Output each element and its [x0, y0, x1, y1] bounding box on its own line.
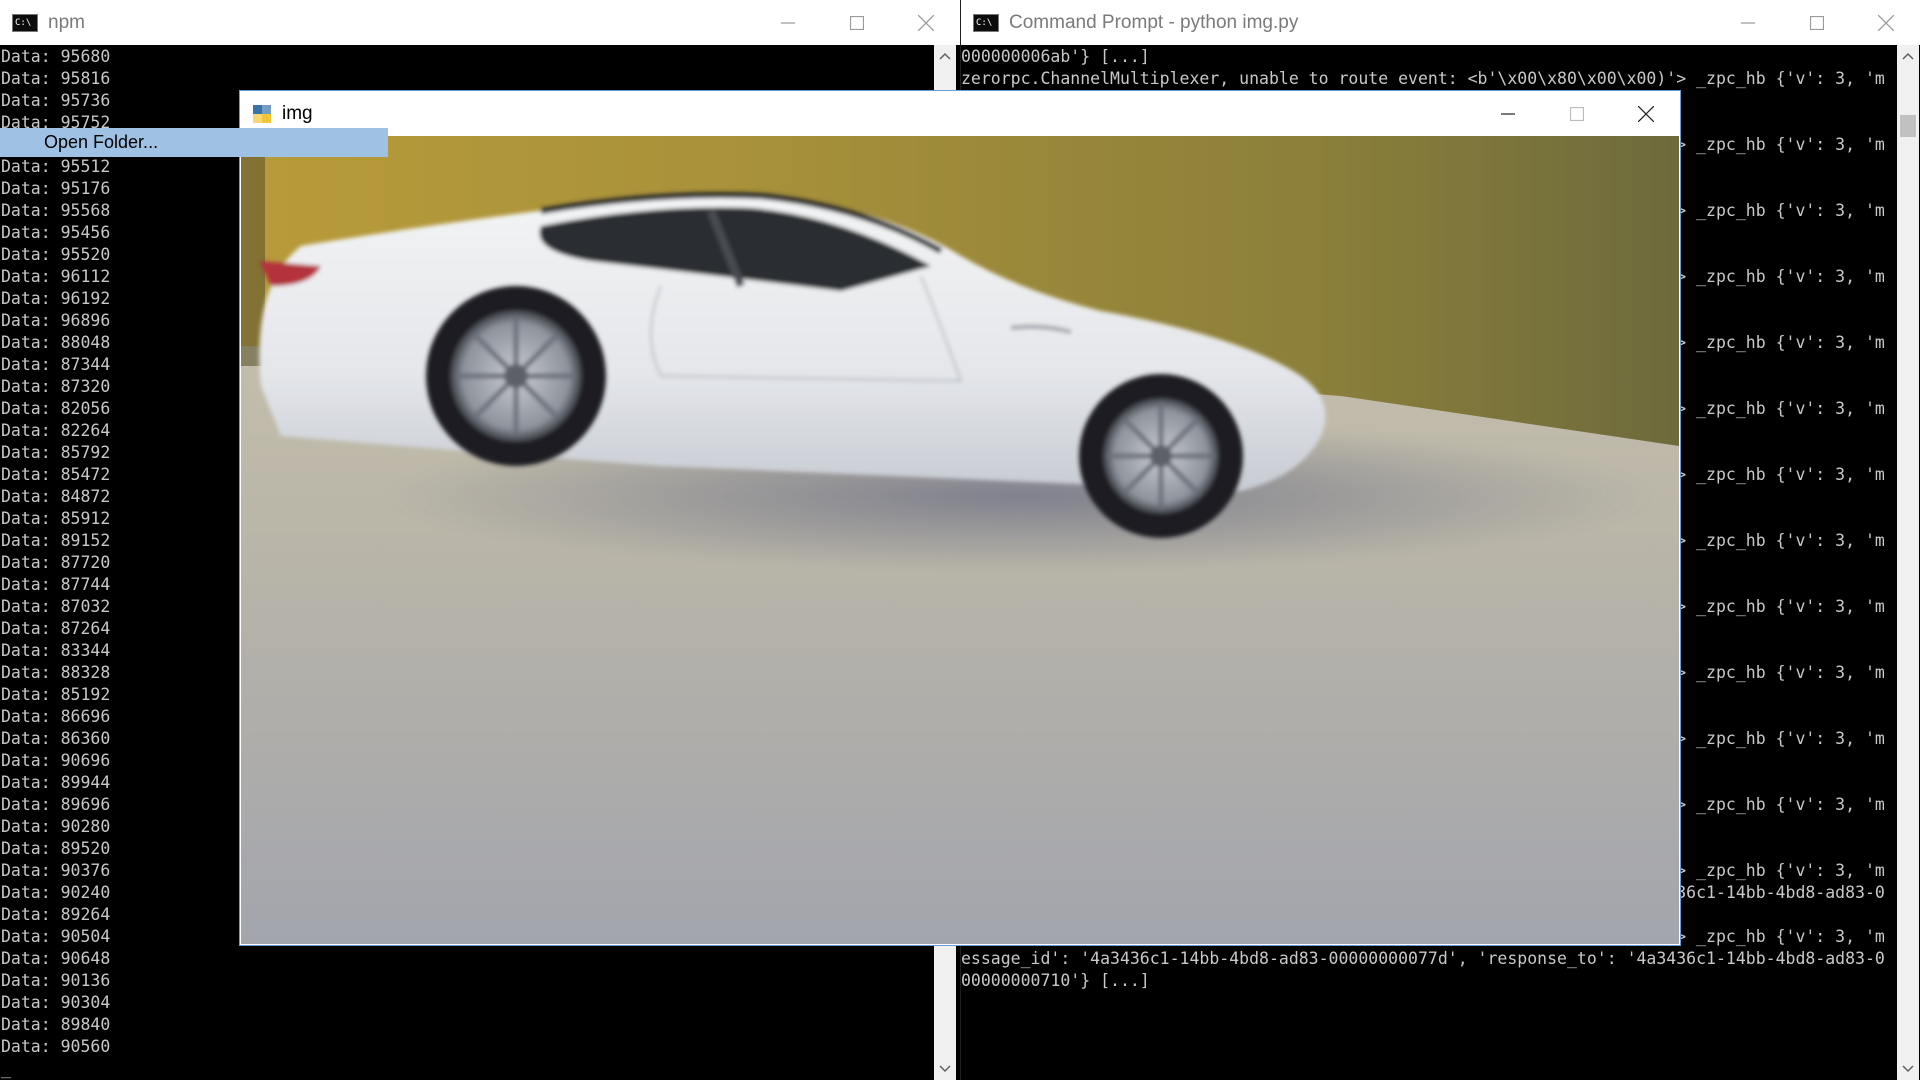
console-app-icon: C:\: [12, 13, 38, 32]
console-line: Data: 89152: [1, 531, 111, 550]
maximize-button[interactable]: [822, 0, 891, 45]
console-line: Data: 90304: [1, 993, 111, 1012]
console-line: Data: 86360: [1, 729, 111, 748]
maximize-icon: [849, 15, 864, 30]
cmd-title-bar[interactable]: C:\ Command Prompt - python img.py: [961, 0, 1920, 45]
console-line: Data: 85472: [1, 465, 111, 484]
maximize-icon: [1809, 15, 1824, 30]
console-line: Data: 87744: [1, 575, 111, 594]
console-line: Data: 95736: [1, 91, 111, 110]
console-line: Data: 95176: [1, 179, 111, 198]
maximize-icon: [1569, 106, 1584, 121]
console-line: Data: 89520: [1, 839, 111, 858]
console-line: Data: 90136: [1, 971, 111, 990]
open-folder-menu-item[interactable]: Open Folder...: [0, 128, 388, 157]
console-line: Data: 89944: [1, 773, 111, 792]
img-window[interactable]: img: [239, 90, 1681, 946]
console-line: Data: 87344: [1, 355, 111, 374]
close-button[interactable]: [1611, 91, 1680, 136]
console-line: Data: 89264: [1, 905, 111, 924]
console-line: Data: 96896: [1, 311, 111, 330]
console-line: Data: 90696: [1, 751, 111, 770]
console-line: Data: 90240: [1, 883, 111, 902]
minimize-button[interactable]: [1473, 91, 1542, 136]
console-line: Data: 95680: [1, 47, 111, 66]
open-folder-label: Open Folder...: [44, 132, 159, 152]
minimize-icon: [1500, 112, 1515, 115]
console-line: Data: 86696: [1, 707, 111, 726]
console-line: Data: 90280: [1, 817, 111, 836]
console-line: Data: 95512: [1, 157, 111, 176]
scroll-down-arrow-icon[interactable]: [1897, 1058, 1919, 1080]
console-line: Data: 87264: [1, 619, 111, 638]
close-icon: [1877, 14, 1894, 31]
scroll-thumb[interactable]: [1900, 115, 1916, 137]
scroll-up-arrow-icon[interactable]: [1897, 45, 1919, 67]
img-window-title: img: [282, 102, 313, 124]
console-line: Data: 88048: [1, 333, 111, 352]
npm-title-bar[interactable]: C:\ npm: [0, 0, 960, 45]
console-app-icon: C:\: [973, 13, 999, 32]
front-wheel: [1079, 374, 1243, 538]
console-line: Data: 87320: [1, 377, 111, 396]
console-line: essage_id': '4a3436c1-14bb-4bd8-ad83-000…: [961, 949, 1885, 968]
close-icon: [1637, 105, 1654, 122]
close-icon: [917, 14, 934, 31]
python-app-icon: [253, 104, 271, 123]
minimize-button[interactable]: [753, 0, 822, 45]
close-button[interactable]: [891, 0, 960, 45]
maximize-button[interactable]: [1542, 91, 1611, 136]
cmd-scrollbar[interactable]: [1897, 45, 1919, 1080]
img-title-bar[interactable]: img: [240, 91, 1680, 136]
npm-console-output: Data: 95680 Data: 95816 Data: 95736 Data: 9…: [1, 46, 110, 1080]
console-line: Data: 84872: [1, 487, 111, 506]
maximize-button[interactable]: [1782, 0, 1851, 45]
cmd-window-title: Command Prompt - python img.py: [1009, 11, 1299, 33]
console-line: 00000000710'} [...]: [961, 971, 1150, 990]
console-line: Data: 83344: [1, 641, 111, 660]
console-line: Data: 85792: [1, 443, 111, 462]
scroll-down-arrow-icon[interactable]: [934, 1058, 956, 1080]
console-line: Data: 95520: [1, 245, 111, 264]
npm-window-title: npm: [48, 11, 85, 33]
console-line: Data: 90376: [1, 861, 111, 880]
console-line: _: [1, 1059, 11, 1078]
console-line: Data: 89696: [1, 795, 111, 814]
console-line: Data: 85192: [1, 685, 111, 704]
console-line: Data: 90648: [1, 949, 111, 968]
console-line: Data: 87032: [1, 597, 111, 616]
minimize-button[interactable]: [1713, 0, 1782, 45]
minimize-icon: [780, 21, 795, 24]
console-line: Data: 95816: [1, 69, 111, 88]
console-line: Data: 88328: [1, 663, 111, 682]
console-line: Data: 89840: [1, 1015, 111, 1034]
console-line: Data: 90504: [1, 927, 111, 946]
console-line: Data: 96112: [1, 267, 111, 286]
console-line: Data: 95456: [1, 223, 111, 242]
console-line: Data: 82056: [1, 399, 111, 418]
console-line: Data: 85912: [1, 509, 111, 528]
minimize-icon: [1740, 21, 1755, 24]
toy-car-photo: [241, 136, 1679, 944]
camera-frame-image: [241, 136, 1679, 944]
console-line: Data: 87720: [1, 553, 111, 572]
console-line: Data: 90560: [1, 1037, 111, 1056]
rear-wheel: [426, 286, 606, 466]
close-button[interactable]: [1851, 0, 1920, 45]
console-line: Data: 95568: [1, 201, 111, 220]
console-line: 000000006ab'} [...]: [961, 47, 1150, 66]
scroll-up-arrow-icon[interactable]: [934, 45, 956, 67]
console-line: zerorpc.ChannelMultiplexer, unable to ro…: [961, 69, 1885, 88]
console-line: Data: 96192: [1, 289, 111, 308]
console-line: Data: 82264: [1, 421, 111, 440]
